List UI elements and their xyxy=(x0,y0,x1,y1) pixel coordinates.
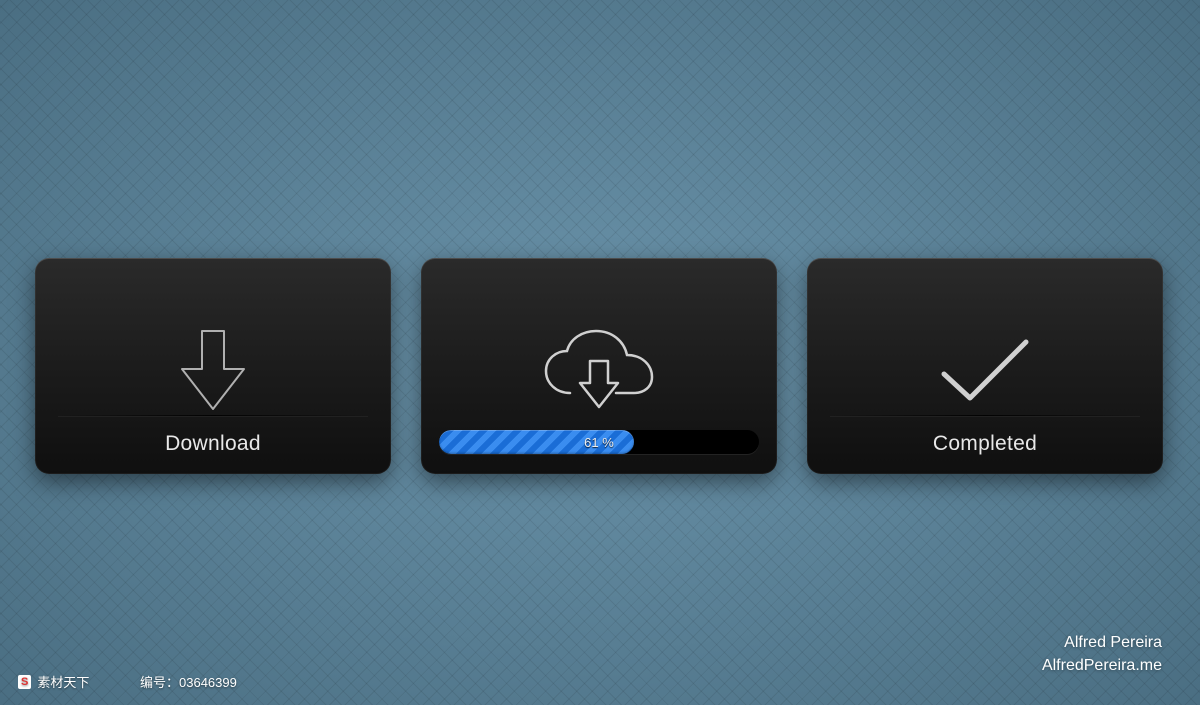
download-arrow-icon xyxy=(174,325,252,417)
progress-text: 61 % xyxy=(439,430,759,454)
progress-card[interactable]: 61 % xyxy=(421,258,777,474)
watermark-id-value: 03646399 xyxy=(179,675,237,690)
download-label: Download xyxy=(35,432,391,456)
credit-text: Alfred Pereira AlfredPereira.me xyxy=(1042,632,1162,677)
credit-site: AlfredPereira.me xyxy=(1042,655,1162,677)
completed-card[interactable]: Completed xyxy=(807,258,1163,474)
card-row: Download 61 % Completed xyxy=(35,258,1163,474)
card-divider xyxy=(58,415,368,416)
watermark-brand-text: 素材天下 xyxy=(37,672,89,691)
download-card[interactable]: Download xyxy=(35,258,391,474)
watermark-brand: S 素材天下 xyxy=(18,672,89,691)
card-divider xyxy=(830,415,1140,416)
watermark-logo-icon: S xyxy=(18,675,31,689)
cloud-download-icon xyxy=(534,325,664,417)
watermark-id-label: 编号： xyxy=(140,675,179,690)
credit-name: Alfred Pereira xyxy=(1042,632,1162,654)
progress-bar: 61 % xyxy=(439,430,759,454)
checkmark-icon xyxy=(930,328,1040,414)
completed-label: Completed xyxy=(807,432,1163,456)
watermark-id: 编号：03646399 xyxy=(140,672,237,691)
